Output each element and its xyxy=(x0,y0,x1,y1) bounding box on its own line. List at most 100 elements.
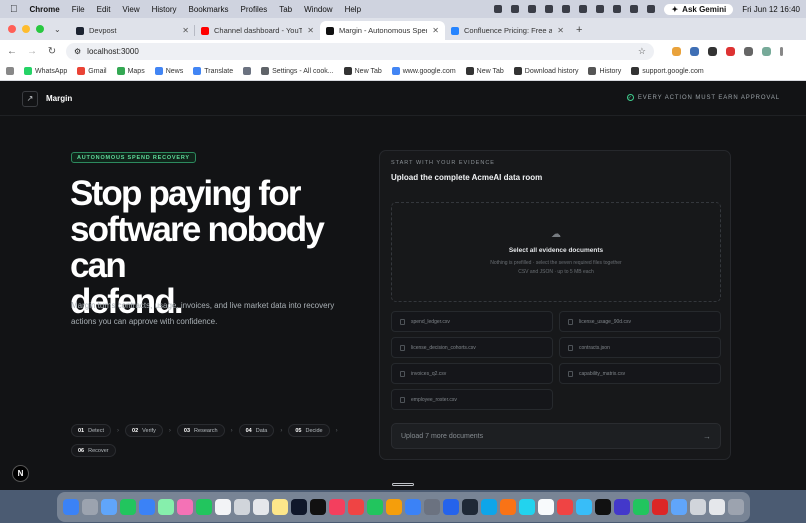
apps-grid-icon[interactable] xyxy=(6,67,14,75)
bookmark-whatsapp[interactable]: WhatsApp xyxy=(24,67,67,75)
notes-icon[interactable] xyxy=(271,498,288,515)
numbers-icon[interactable] xyxy=(366,498,383,515)
search-icon[interactable] xyxy=(630,5,639,13)
reload-icon[interactable]: ↻ xyxy=(46,46,58,57)
close-tab-icon[interactable]: ✕ xyxy=(182,26,189,35)
nextjs-dev-indicator-icon[interactable]: N xyxy=(12,465,29,482)
claude-icon[interactable] xyxy=(499,498,516,515)
bookmark-google[interactable]: www.google.com xyxy=(391,67,456,75)
app-icon[interactable] xyxy=(575,498,592,515)
clock[interactable]: Fri Jun 12 16:40 xyxy=(742,5,800,14)
bookmark-settings[interactable]: Settings - All cook... xyxy=(261,67,334,75)
messages-icon[interactable] xyxy=(119,498,136,515)
acrobat-icon[interactable] xyxy=(651,498,668,515)
tab-youtube[interactable]: Channel dashboard - YouTube ✕ xyxy=(195,21,320,40)
bookmark-support[interactable]: support.google.com xyxy=(631,67,704,75)
app-store-icon[interactable] xyxy=(404,498,421,515)
bookmark-new-tab-2[interactable]: New Tab xyxy=(465,67,504,75)
extension-icon[interactable] xyxy=(690,46,699,56)
logo-arrow-icon[interactable]: ↗ xyxy=(22,90,38,107)
contacts-icon[interactable] xyxy=(233,498,250,515)
news-icon[interactable] xyxy=(347,498,364,515)
safari-icon[interactable] xyxy=(100,498,117,515)
terminal-icon[interactable] xyxy=(461,498,478,515)
menu-help[interactable]: Help xyxy=(345,5,361,14)
apple-menu-icon[interactable]:  xyxy=(10,4,18,15)
bookmark-unnamed[interactable] xyxy=(243,67,252,75)
status-icon[interactable] xyxy=(579,5,588,13)
menu-view[interactable]: View xyxy=(122,5,139,14)
back-icon[interactable]: ← xyxy=(6,46,18,57)
address-bar[interactable]: ⚙ localhost:3000 ☆ xyxy=(66,42,654,60)
finder-icon[interactable] xyxy=(62,498,79,515)
bookmark-downloads[interactable]: Download history xyxy=(513,67,578,75)
bookmark-translate[interactable]: Translate xyxy=(193,67,233,75)
tab-margin[interactable]: Margin - Autonomous Spend ✕ xyxy=(320,21,445,40)
battery-icon[interactable] xyxy=(596,5,605,13)
facetime-icon[interactable] xyxy=(195,498,212,515)
bookmark-history[interactable]: History xyxy=(588,67,621,75)
documents-folder-icon[interactable] xyxy=(708,498,725,515)
status-icon[interactable] xyxy=(562,5,571,13)
extension-icon[interactable] xyxy=(708,46,717,56)
tab-devpost[interactable]: Devpost ✕ xyxy=(70,21,195,40)
tab-search-icon[interactable]: ⌄ xyxy=(54,25,70,40)
menu-window[interactable]: Window xyxy=(304,5,332,14)
notion-icon[interactable] xyxy=(594,498,611,515)
downloads-folder-icon[interactable] xyxy=(689,498,706,515)
mail-icon[interactable] xyxy=(138,498,155,515)
new-tab-icon[interactable]: + xyxy=(570,24,588,40)
control-center-icon[interactable] xyxy=(647,5,656,13)
status-icon[interactable] xyxy=(511,5,520,13)
tv-icon[interactable] xyxy=(309,498,326,515)
bookmark-star-icon[interactable]: ☆ xyxy=(638,46,646,57)
app-icon[interactable] xyxy=(670,498,687,515)
menu-bookmarks[interactable]: Bookmarks xyxy=(189,5,229,14)
brand-name[interactable]: Margin xyxy=(46,94,72,103)
file-dropzone[interactable]: ☁ Select all evidence documents Nothing … xyxy=(391,202,721,302)
site-info-icon[interactable]: ⚙ xyxy=(74,47,81,56)
app-icon[interactable] xyxy=(613,498,630,515)
zoom-window-button[interactable] xyxy=(36,25,44,33)
extension-icon[interactable] xyxy=(726,46,735,56)
close-tab-icon[interactable]: ✕ xyxy=(557,26,564,35)
freeform-icon[interactable] xyxy=(290,498,307,515)
app-icon[interactable] xyxy=(537,498,554,515)
reminders-icon[interactable] xyxy=(252,498,269,515)
menu-profiles[interactable]: Profiles xyxy=(241,5,268,14)
upload-documents-button[interactable]: Upload 7 more documents → xyxy=(391,423,721,449)
pages-icon[interactable] xyxy=(385,498,402,515)
office-icon[interactable] xyxy=(556,498,573,515)
vscode-icon[interactable] xyxy=(480,498,497,515)
extensions-puzzle-icon[interactable] xyxy=(744,46,753,56)
bookmark-news[interactable]: News xyxy=(154,67,183,75)
status-icon[interactable] xyxy=(528,5,537,13)
minimize-window-button[interactable] xyxy=(22,25,30,33)
forward-icon[interactable]: → xyxy=(26,46,38,57)
ask-gemini-button[interactable]: ✦ Ask Gemini xyxy=(664,3,734,15)
trash-icon[interactable] xyxy=(727,498,744,515)
extension-icon[interactable] xyxy=(672,46,681,56)
app-icon[interactable] xyxy=(518,498,535,515)
bookmark-gmail[interactable]: Gmail xyxy=(77,67,107,75)
music-icon[interactable] xyxy=(328,498,345,515)
bookmark-new-tab[interactable]: New Tab xyxy=(343,67,382,75)
tab-confluence[interactable]: Confluence Pricing: Free and ✕ xyxy=(445,21,570,40)
menu-app-name[interactable]: Chrome xyxy=(30,5,60,14)
photos-icon[interactable] xyxy=(176,498,193,515)
close-window-button[interactable] xyxy=(8,25,16,33)
close-tab-icon[interactable]: ✕ xyxy=(307,26,314,35)
menu-file[interactable]: File xyxy=(72,5,85,14)
wifi-icon[interactable] xyxy=(613,5,622,13)
menu-edit[interactable]: Edit xyxy=(97,5,111,14)
xcode-icon[interactable] xyxy=(442,498,459,515)
calendar-icon[interactable] xyxy=(214,498,231,515)
bookmark-maps[interactable]: Maps xyxy=(116,67,145,75)
profile-avatar-icon[interactable] xyxy=(762,46,771,56)
system-settings-icon[interactable] xyxy=(423,498,440,515)
close-tab-icon[interactable]: ✕ xyxy=(432,26,439,35)
more-menu-icon[interactable] xyxy=(780,46,783,56)
menu-tab[interactable]: Tab xyxy=(279,5,292,14)
chrome-icon[interactable] xyxy=(632,498,649,515)
volume-icon[interactable] xyxy=(545,5,554,13)
